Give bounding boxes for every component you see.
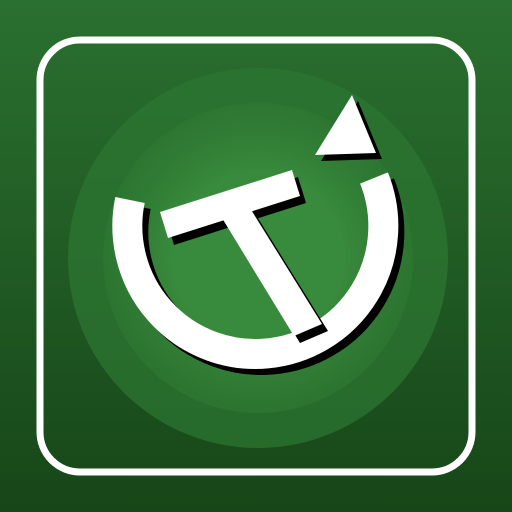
app-icon[interactable]: [0, 0, 512, 512]
